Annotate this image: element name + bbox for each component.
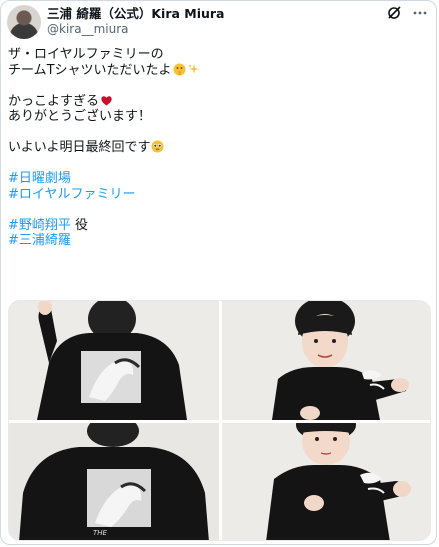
back-of-sweatshirt-photo-1[interactable] bbox=[9, 301, 219, 420]
sparkles-emoji bbox=[187, 63, 200, 76]
front-of-sweatshirt-photo-1[interactable] bbox=[222, 301, 430, 420]
text-line-5: いよいよ明日最終回です bbox=[8, 140, 426, 156]
text-line-3-content: かっこよすぎる bbox=[8, 93, 100, 109]
text-line-role: #野崎翔平 役 bbox=[8, 218, 426, 234]
tweet-text: ザ・ロイヤルファミリーの チームTシャツいただいたよ かっこよすぎる ありがとう… bbox=[8, 47, 426, 249]
handle[interactable]: @kira__miura bbox=[47, 22, 225, 37]
text-line-3: かっこよすぎる bbox=[8, 94, 426, 110]
grok-icon[interactable] bbox=[386, 5, 402, 21]
text-line-4: ありがとうございます！ bbox=[8, 109, 152, 124]
hashtag-link[interactable]: #ロイヤルファミリー bbox=[8, 187, 426, 203]
display-name[interactable]: 三浦 綺羅（公式）Kira Miura bbox=[47, 6, 225, 22]
header-actions bbox=[386, 5, 428, 21]
more-icon[interactable] bbox=[412, 5, 428, 21]
red-heart-emoji bbox=[100, 94, 113, 107]
text-line-2: チームTシャツいただいたよ bbox=[8, 63, 426, 79]
hashtag-link[interactable]: #野崎翔平 bbox=[8, 218, 71, 233]
text-line-5-content: いよいよ明日最終回です bbox=[8, 140, 151, 155]
role-suffix: 役 bbox=[70, 217, 89, 233]
hashtag-link[interactable]: #三浦綺羅 bbox=[8, 233, 426, 249]
author-info: 三浦 綺羅（公式）Kira Miura @kira__miura bbox=[47, 6, 225, 37]
pleading-face-emoji bbox=[151, 140, 164, 153]
shushing-face-emoji bbox=[173, 63, 186, 76]
svg-text:THE: THE bbox=[93, 529, 108, 537]
text-line-1: ザ・ロイヤルファミリーの bbox=[8, 47, 164, 62]
front-of-sweatshirt-photo-2[interactable] bbox=[222, 423, 430, 540]
back-of-sweatshirt-photo-2[interactable]: THE bbox=[9, 423, 219, 540]
tweet-header: 三浦 綺羅（公式）Kira Miura @kira__miura bbox=[7, 5, 428, 39]
avatar[interactable] bbox=[7, 5, 41, 39]
text-line-2-content: チームTシャツいただいたよ bbox=[8, 62, 172, 78]
hashtag-link[interactable]: #日曜劇場 bbox=[8, 171, 426, 187]
tweet-card: 三浦 綺羅（公式）Kira Miura @kira__miura ザ・ロイヤルフ… bbox=[0, 0, 437, 545]
media-grid: THE bbox=[8, 300, 431, 541]
